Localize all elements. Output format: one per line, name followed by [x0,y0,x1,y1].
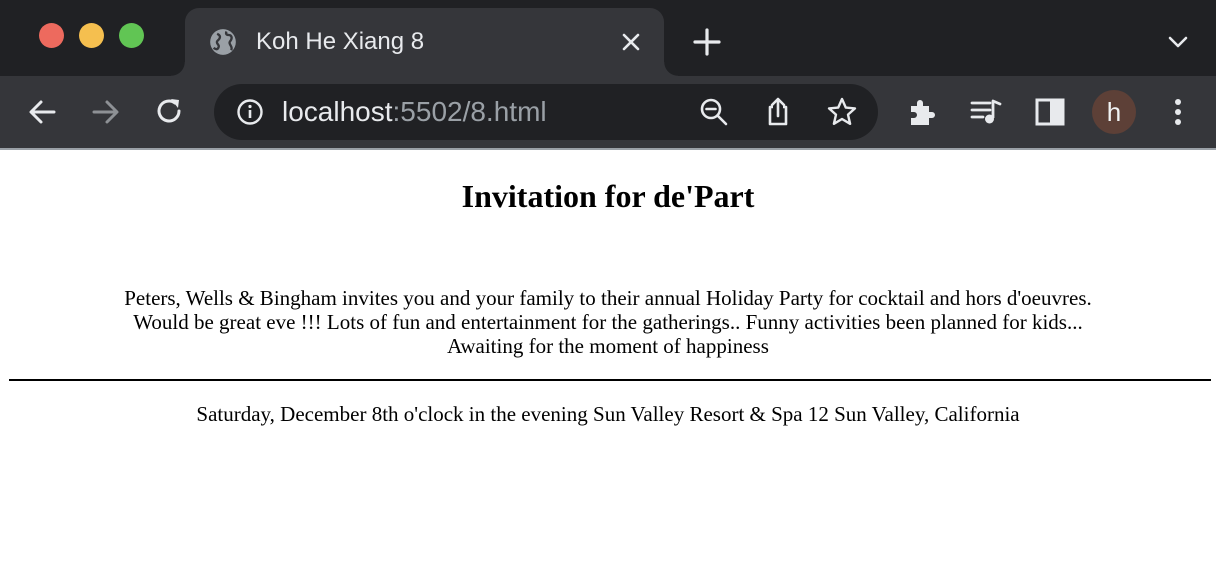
new-tab-icon[interactable] [693,28,721,56]
url-path: :5502/8.html [392,96,547,127]
url-text[interactable]: localhost:5502/8.html [282,94,547,130]
page-content: Invitation for de'Part Peters, Wells & B… [0,150,1216,586]
extensions-puzzle-icon[interactable] [906,96,938,128]
active-tab[interactable]: Koh He Xiang 8 [171,8,678,76]
bookmark-star-icon[interactable] [826,96,858,128]
back-arrow-icon[interactable] [26,96,58,128]
tab-title: Koh He Xiang 8 [256,28,425,55]
reload-icon[interactable] [154,96,186,128]
invitation-line: Peters, Wells & Bingham invites you and … [124,286,1092,310]
side-panel-icon[interactable] [1034,96,1066,128]
forward-arrow-icon[interactable] [90,96,122,128]
toolbar: localhost:5502/8.html h [0,76,1216,148]
chevron-down-icon[interactable] [1166,32,1190,52]
globe-icon [210,29,236,55]
invitation-line: Would be great eve !!! Lots of fun and e… [133,310,1083,334]
media-playlist-icon[interactable] [970,96,1002,128]
minimize-window-button[interactable] [79,23,104,48]
close-window-button[interactable] [39,23,64,48]
address-bar[interactable]: localhost:5502/8.html [214,84,878,140]
url-host: localhost [282,96,393,127]
profile-avatar[interactable]: h [1092,90,1136,134]
invitation-text: Peters, Wells & Bingham invites you and … [0,286,1216,358]
page-title: Invitation for de'Part [461,178,755,214]
invitation-line: Awaiting for the moment of happiness [447,334,769,358]
share-icon[interactable] [762,96,794,128]
zoom-out-icon[interactable] [698,96,730,128]
tab-strip: Koh He Xiang 8 [0,0,1216,76]
more-menu-icon[interactable] [1162,96,1194,128]
info-icon[interactable] [236,98,264,126]
horizontal-rule [9,379,1211,381]
maximize-window-button[interactable] [119,23,144,48]
event-details: Saturday, December 8th o'clock in the ev… [196,402,1020,426]
close-icon[interactable] [619,30,643,54]
